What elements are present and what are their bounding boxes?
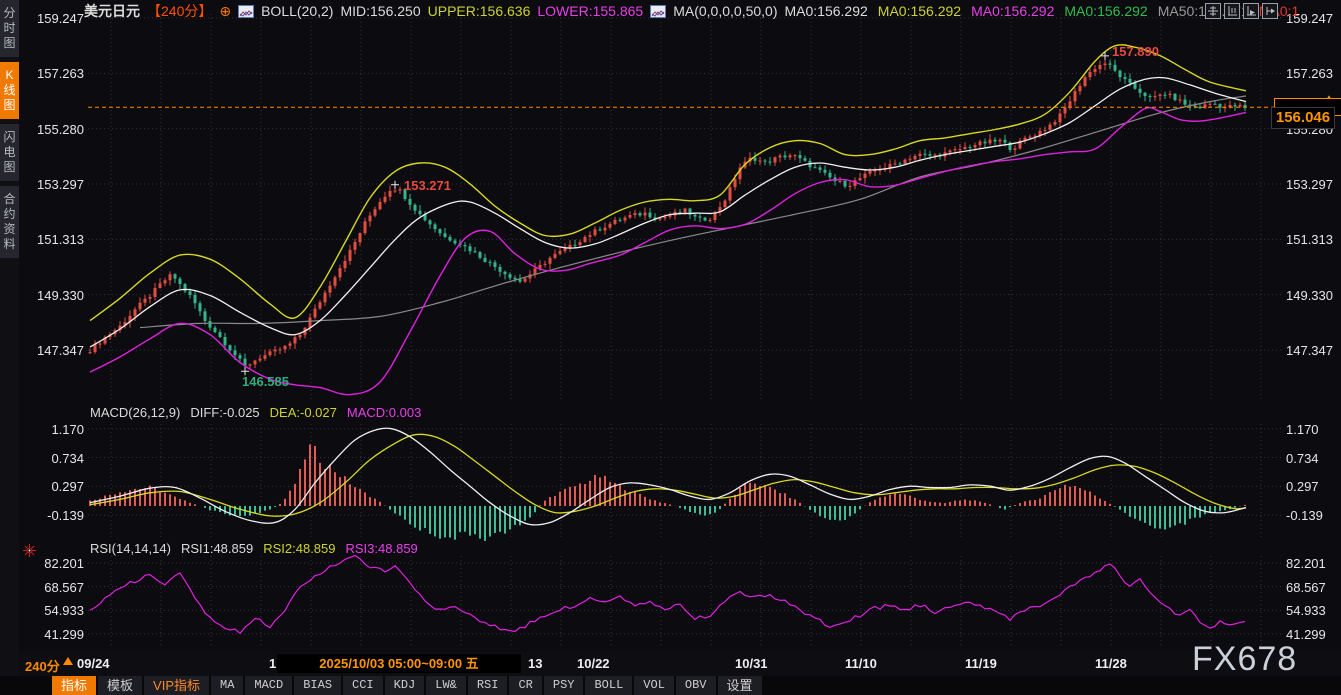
indicator-marker-icon[interactable]: [23, 544, 36, 562]
date-label-0: 09/24: [77, 656, 110, 671]
boll-mid-value: MID:156.250: [340, 3, 420, 19]
boll-title: BOLL(20,2): [261, 3, 333, 19]
chart-canvas[interactable]: [0, 0, 1341, 695]
price-tick-right-4: 151.313: [1286, 232, 1341, 247]
date-label-2: 13: [528, 656, 542, 671]
date-label-1: 1: [269, 656, 276, 671]
date-label-7: 11/28: [1095, 656, 1127, 671]
time-axis: 240分 2025/10/03 05:00~09:00 五 09/24 1 13 10…: [0, 652, 1341, 676]
detach-window-icon[interactable]: [1262, 3, 1278, 19]
low-price-label: 146.585: [242, 374, 289, 389]
macd-tick-left-1: 0.734: [22, 451, 84, 466]
price-tick-left-4: 151.313: [22, 232, 84, 247]
toolbar-tab-MA[interactable]: MA: [211, 676, 243, 695]
ma-title: MA(0,0,0,0,50,0): [673, 3, 777, 19]
price-tick-left-0: 159.247: [22, 11, 84, 26]
ma-chart-icon[interactable]: [650, 5, 666, 18]
price-tick-left-2: 155.280: [22, 122, 84, 137]
rsi-panel-header: RSI(14,14,14) RSI1:48.859 RSI2:48.859 RS…: [90, 541, 418, 556]
indicator-toolbar: 指标模板VIP指标MAMACDBIASCCIKDJLW&RSICRPSYBOLL…: [0, 676, 1341, 695]
ma-value-1: MA0:156.292: [878, 3, 961, 19]
chart-header: 美元日元 【240分】 ⊕ BOLL(20,2) MID:156.250 UPP…: [84, 2, 1299, 20]
scale-y-axis-icon[interactable]: [1224, 3, 1240, 19]
toolbar-tab-KDJ[interactable]: KDJ: [385, 676, 425, 695]
toolbar-tab-LW&[interactable]: LW&: [426, 676, 466, 695]
macd-macd-value: MACD:0.003: [347, 405, 421, 420]
toolbar-tab-模板[interactable]: 模板: [98, 676, 142, 695]
toolbar-tab-BIAS[interactable]: BIAS: [294, 676, 341, 695]
toolbar-tab-CCI[interactable]: CCI: [343, 676, 383, 695]
price-tick-left-5: 149.330: [22, 288, 84, 303]
toolbar-tab-RSI[interactable]: RSI: [468, 676, 508, 695]
rsi-tick-right-1: 68.567: [1286, 580, 1341, 595]
crosshair-date-tooltip: 2025/10/03 05:00~09:00 五: [277, 654, 521, 673]
rsi-tick-right-2: 54.933: [1286, 603, 1341, 618]
rsi-tick-left-2: 54.933: [22, 603, 84, 618]
toolbar-tab-VIP指标[interactable]: VIP指标: [144, 676, 209, 695]
macd-title: MACD(26,12,9): [90, 405, 180, 420]
period-label: 【240分】: [147, 1, 212, 21]
sidebar: 分时图 K线图闪电图合约资料: [0, 0, 19, 695]
sidebar-tab-0[interactable]: 分时图: [0, 0, 19, 57]
timeframe-label[interactable]: 240分: [25, 656, 60, 675]
ma-value-2: MA0:156.292: [971, 3, 1054, 19]
high-price-label: 153.271: [404, 178, 451, 193]
rsi1-value: RSI1:48.859: [181, 541, 253, 556]
date-label-5: 11/10: [845, 656, 877, 671]
price-tick-right-1: 157.263: [1286, 66, 1341, 81]
price-tick-left-3: 153.297: [22, 177, 84, 192]
last-price-tooltip: 156.046: [1271, 107, 1335, 129]
macd-tick-right-1: 0.734: [1286, 451, 1341, 466]
rsi-tick-right-0: 82.201: [1286, 556, 1341, 571]
add-indicator-icon[interactable]: ⊕: [219, 4, 231, 18]
macd-tick-right-2: 0.297: [1286, 479, 1341, 494]
date-label-6: 11/19: [965, 656, 997, 671]
crosshair-move-icon[interactable]: [1205, 3, 1221, 19]
macd-diff-value: DIFF:-0.025: [190, 405, 259, 420]
boll-chart-icon[interactable]: [238, 5, 254, 18]
scale-x-axis-icon[interactable]: [1243, 3, 1259, 19]
rsi-tick-left-3: 41.299: [22, 627, 84, 642]
macd-tick-right-0: 1.170: [1286, 422, 1341, 437]
toolbar-tab-OBV[interactable]: OBV: [676, 676, 716, 695]
macd-tick-left-0: 1.170: [22, 422, 84, 437]
symbol-name: 美元日元: [84, 1, 140, 21]
macd-dea-value: DEA:-0.027: [270, 405, 337, 420]
boll-lower-value: LOWER:155.865: [537, 3, 643, 19]
rsi2-value: RSI2:48.859: [263, 541, 335, 556]
macd-tick-right-3: -0.139: [1286, 508, 1341, 523]
sidebar-tab-2[interactable]: 闪电图: [0, 124, 19, 181]
high-price-label: 157.890: [1112, 44, 1159, 59]
ma-value-0: MA0:156.292: [785, 3, 868, 19]
price-tick-left-6: 147.347: [22, 343, 84, 358]
rsi-title: RSI(14,14,14): [90, 541, 171, 556]
toolbar-tab-设置[interactable]: 设置: [718, 676, 762, 695]
toolbar-tab-指标[interactable]: 指标: [52, 676, 96, 695]
toolbar-tab-MACD[interactable]: MACD: [245, 676, 292, 695]
ma-value-3: MA0:156.292: [1064, 3, 1147, 19]
macd-tick-left-3: -0.139: [22, 508, 84, 523]
macd-tick-left-2: 0.297: [22, 479, 84, 494]
macd-panel-header: MACD(26,12,9) DIFF:-0.025 DEA:-0.027 MAC…: [90, 405, 421, 420]
sidebar-tab-1[interactable]: K线图: [0, 62, 19, 119]
date-label-3: 10/22: [577, 656, 610, 671]
toolbar-tab-BOLL[interactable]: BOLL: [585, 676, 632, 695]
rsi-tick-left-1: 68.567: [22, 580, 84, 595]
chart-window-controls: [1205, 3, 1278, 19]
date-label-4: 10/31: [735, 656, 768, 671]
price-tick-left-1: 157.263: [22, 66, 84, 81]
rsi3-value: RSI3:48.859: [346, 541, 418, 556]
toolbar-tab-PSY[interactable]: PSY: [544, 676, 584, 695]
timeframe-dropdown-arrow[interactable]: [63, 657, 73, 665]
boll-upper-value: UPPER:156.636: [428, 3, 531, 19]
price-tick-right-5: 149.330: [1286, 288, 1341, 303]
trading-terminal: 分时图 K线图闪电图合约资料 美元日元 【240分】 ⊕ BOLL(20,2) M…: [0, 0, 1341, 695]
toolbar-tab-VOL[interactable]: VOL: [634, 676, 674, 695]
sidebar-tab-3[interactable]: 合约资料: [0, 186, 19, 258]
price-tick-right-3: 153.297: [1286, 177, 1341, 192]
price-tick-right-6: 147.347: [1286, 343, 1341, 358]
toolbar-tab-CR[interactable]: CR: [509, 676, 541, 695]
watermark: FX678: [1192, 640, 1297, 679]
